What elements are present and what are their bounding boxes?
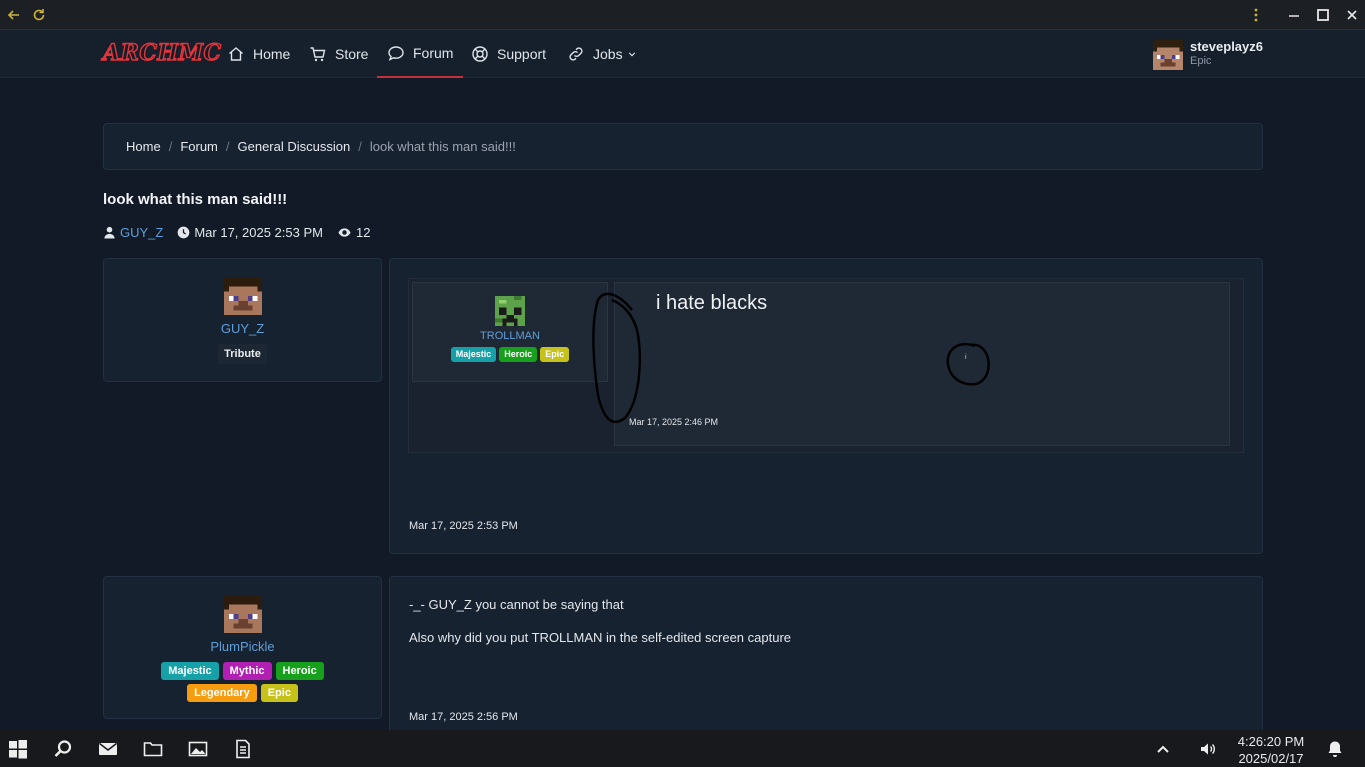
embedded-author-name: TROLLMAN [480,330,540,342]
nav-store-label: Store [335,46,369,62]
nav-home-label: Home [253,46,291,62]
embedded-dot: i [965,354,967,361]
rank-badge: Mythic [222,662,272,680]
site-logo[interactable]: ARCHMC [102,39,221,66]
rank-badge: Tribute [218,344,267,364]
embedded-author-card: TROLLMAN Majestic Heroic Epic [412,282,608,382]
lifebuoy-icon [472,46,488,62]
breadcrumb-separator: / [168,139,173,154]
user-icon [104,226,115,239]
nav-forum[interactable]: Forum [377,30,464,78]
notification-bell-icon[interactable] [1325,739,1345,759]
post-date: Mar 17, 2025 2:53 PM [409,520,518,532]
nav-home[interactable]: Home [227,30,290,78]
windows-start-icon[interactable] [8,739,28,759]
nav-forum-label: Forum [413,45,454,61]
mail-icon[interactable] [98,739,118,759]
document-icon[interactable] [233,739,253,759]
post-text-line: -_- GUY_Z you cannot be saying that [409,597,624,612]
clock-date: 2025/02/17 [1238,751,1304,766]
rank-badge: Majestic [450,347,497,362]
breadcrumb-home[interactable]: Home [126,139,161,154]
nav-support[interactable]: Support [471,30,546,78]
maximize-icon[interactable] [1314,6,1332,24]
nav-jobs-dropdown[interactable]: Jobs [567,30,637,78]
rank-badge: Majestic [161,662,219,680]
rank-badge: Epic [540,347,570,362]
rank-badge: Heroic [275,662,324,680]
chevron-down-icon [627,46,637,62]
chevron-up-icon[interactable] [1153,739,1173,759]
embedded-post-date: Mar 17, 2025 2:46 PM [629,417,719,427]
user-rank: Epic [1190,55,1212,67]
thread-author-link[interactable]: GUY_Z [120,225,163,240]
avatar [1153,40,1183,70]
folder-icon[interactable] [143,739,163,759]
browser-toolbar [0,0,1365,30]
clock-time: 4:26:20 PM [1237,734,1305,749]
os-taskbar: 4:26:20 PM 2025/02/17 [0,730,1365,767]
image-icon[interactable] [188,739,208,759]
rank-badge: Heroic [499,347,538,362]
thread-meta: GUY_Z Mar 17, 2025 2:53 PM 12 [103,225,384,240]
post-text-line: Also why did you put TROLLMAN in the sel… [409,630,792,645]
nav-store[interactable]: Store [309,30,368,78]
breadcrumb-current: look what this man said!!! [369,139,516,154]
home-icon [229,47,243,61]
arrow-left-icon[interactable] [5,6,23,24]
breadcrumb-separator: / [358,139,362,154]
system-clock[interactable]: 4:26:20 PM 2025/02/17 [1228,733,1314,767]
close-icon[interactable] [1343,6,1361,24]
minimize-icon[interactable] [1285,6,1303,24]
post-date: Mar 17, 2025 2:56 PM [409,711,518,723]
reload-icon[interactable] [30,6,48,24]
avatar[interactable] [223,277,262,315]
breadcrumb-separator: / [225,139,230,154]
kebab-menu-icon[interactable] [1247,6,1265,24]
link-icon [569,47,583,61]
post-author-card: PlumPickle Majestic Mythic Heroic Legend… [103,576,382,719]
username: steveplayz6 [1190,39,1263,54]
rank-badge: Epic [260,684,298,702]
page-title: look what this man said!!! [103,191,288,208]
embedded-post-text: i hate blacks [656,292,768,314]
search-icon[interactable] [53,739,73,759]
avatar [495,296,525,326]
view-count: 12 [355,225,371,240]
post-author-name[interactable]: GUY_Z [104,321,381,336]
clock-icon [177,226,190,239]
breadcrumb-category[interactable]: General Discussion [238,139,351,154]
avatar[interactable] [223,595,262,633]
breadcrumb: Home / Forum / General Discussion / look… [103,123,1263,170]
post-author-card: GUY_Z Tribute [103,258,382,382]
volume-icon[interactable] [1198,739,1218,759]
site-navbar: ARCHMC Home Store Forum Support Jobs ste [0,30,1365,78]
nav-jobs-label: Jobs [593,46,623,62]
post-author-name[interactable]: PlumPickle [104,639,381,654]
eye-icon [338,228,351,237]
thread-date: Mar 17, 2025 2:53 PM [194,225,323,240]
nav-support-label: Support [497,46,547,62]
cart-icon [310,47,326,62]
chat-icon [388,46,404,61]
rank-badge: Legendary [187,684,257,702]
breadcrumb-forum[interactable]: Forum [180,139,218,154]
